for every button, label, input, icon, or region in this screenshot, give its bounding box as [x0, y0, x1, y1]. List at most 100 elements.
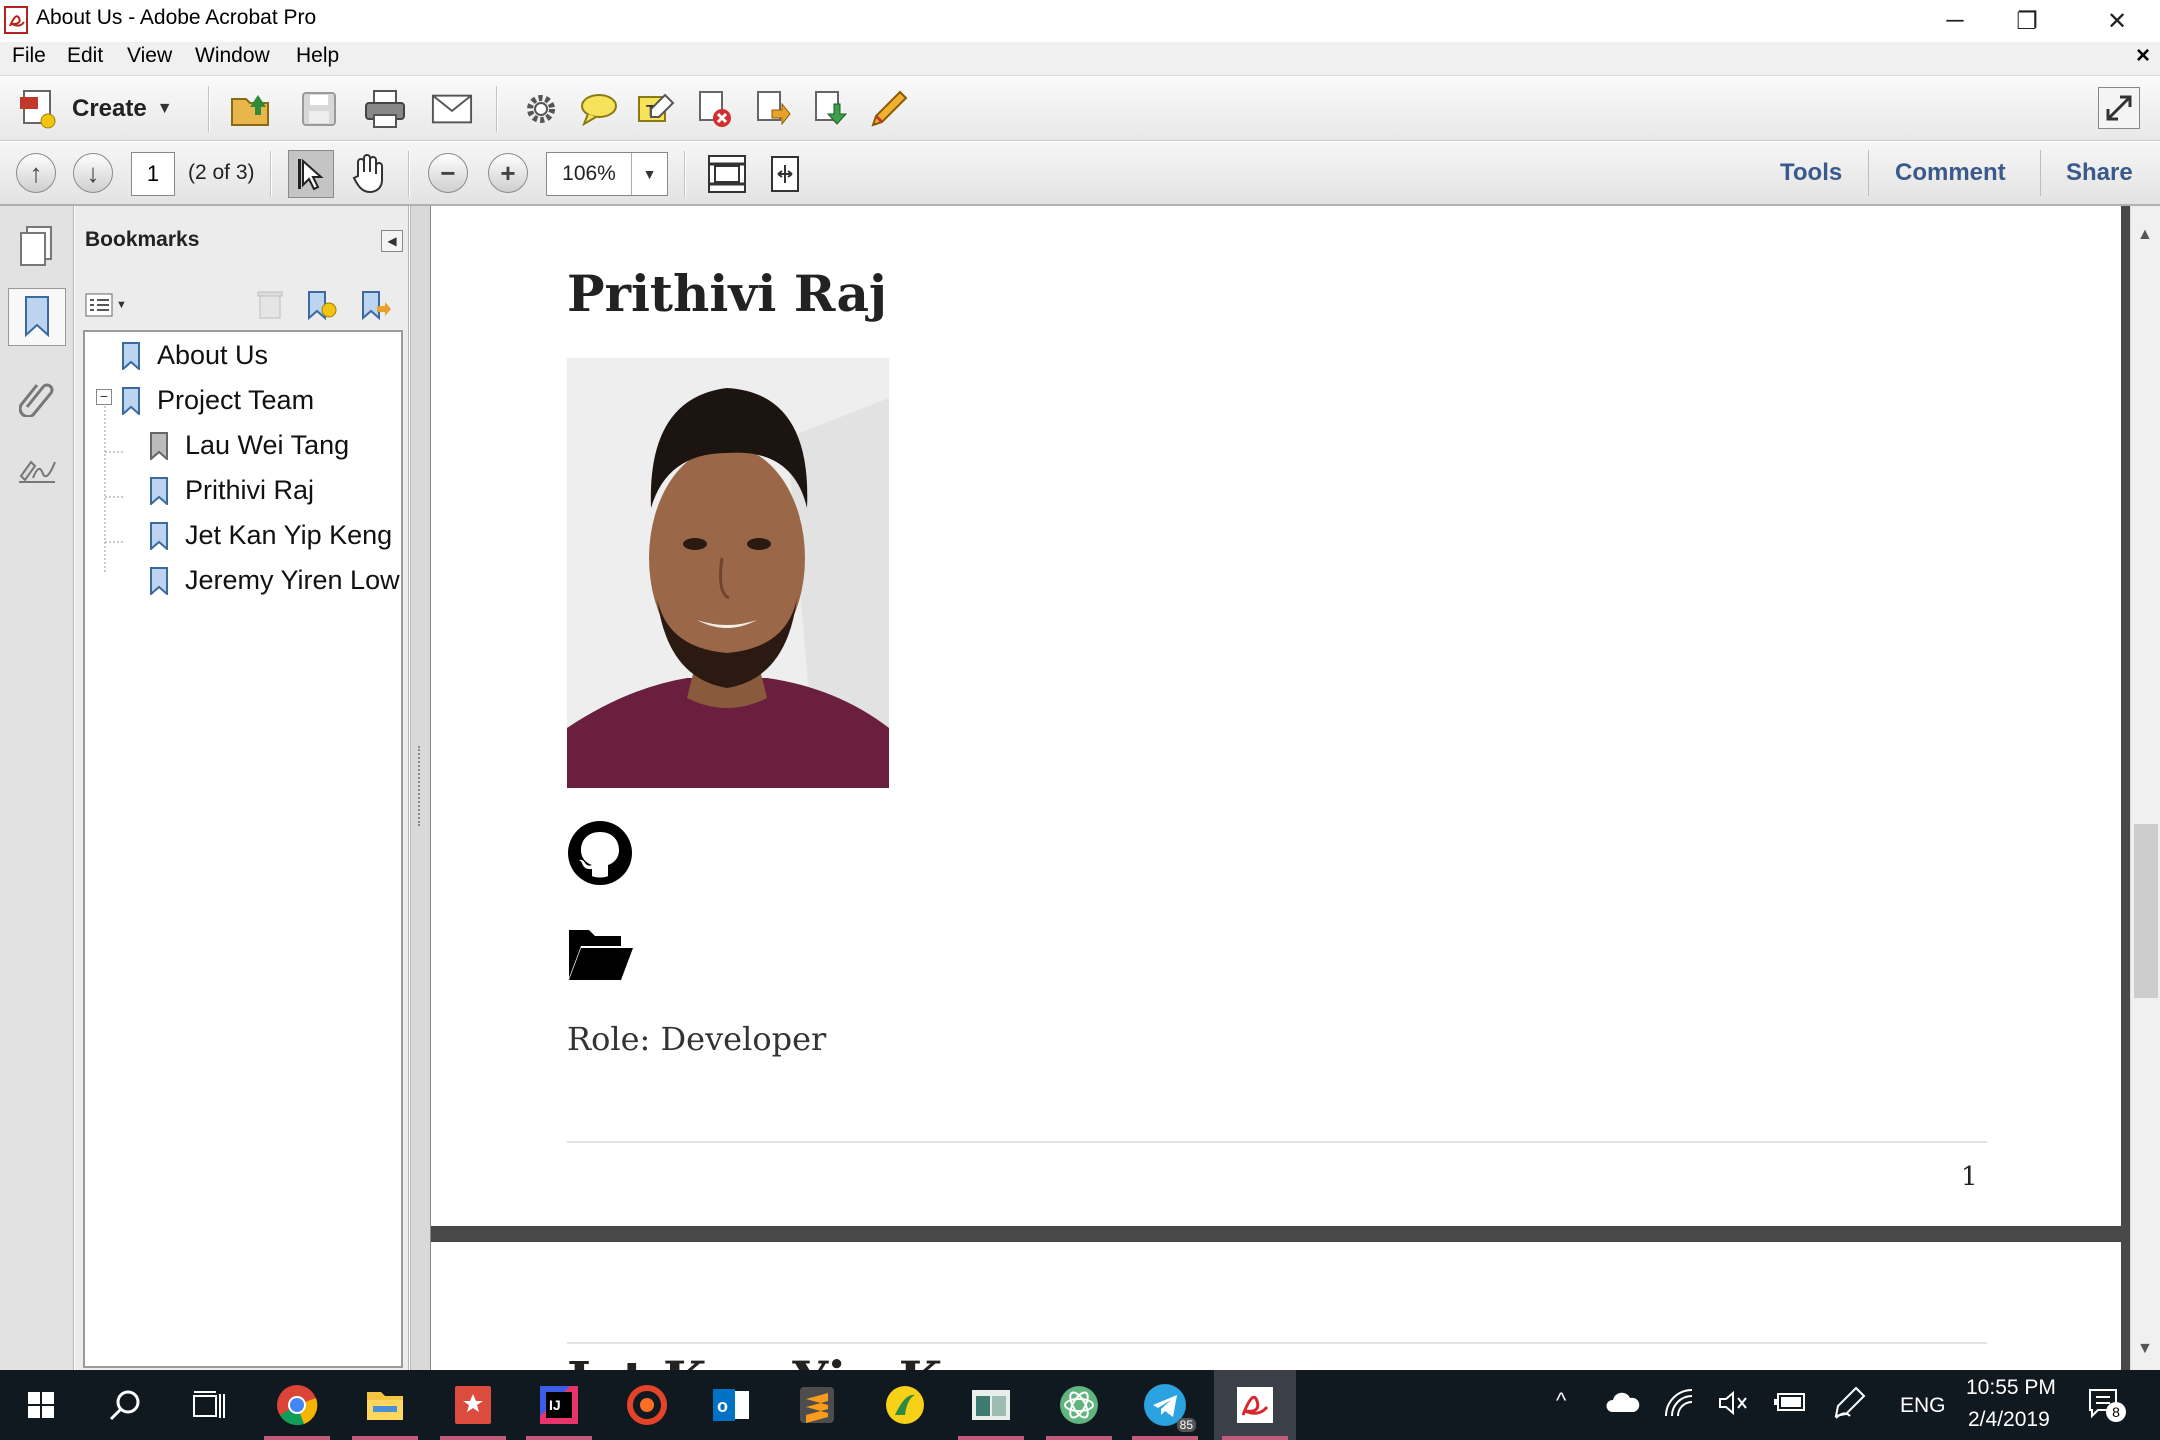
action-center-icon[interactable]: 8 — [2088, 1388, 2126, 1427]
wifi-icon[interactable] — [1664, 1388, 1694, 1423]
onedrive-icon[interactable] — [1606, 1390, 1640, 1419]
bookmark-icon — [122, 386, 140, 415]
github-icon[interactable] — [567, 820, 633, 886]
new-bookmark-icon[interactable] — [305, 290, 337, 321]
task-view-icon[interactable] — [168, 1370, 250, 1440]
sticky-app-icon[interactable] — [864, 1370, 946, 1440]
show-hidden-icons-icon[interactable]: ^ — [1556, 1388, 1566, 1414]
zoom-select[interactable]: 106% ▼ — [546, 152, 668, 196]
menu-view[interactable]: View — [127, 44, 172, 68]
bookmark-item-jet-kan-yip-keng[interactable]: Jet Kan Yip Keng — [149, 520, 392, 551]
outlook-icon[interactable]: o — [690, 1370, 772, 1440]
sign-pen-icon[interactable] — [868, 88, 910, 130]
page-number-input[interactable] — [131, 152, 175, 196]
clock-time[interactable]: 10:55 PM — [1966, 1376, 2056, 1400]
chrome-icon[interactable] — [256, 1370, 338, 1440]
fit-page-icon[interactable] — [706, 153, 748, 195]
page-number: 1 — [1961, 1162, 1978, 1192]
pen-workspace-icon[interactable] — [1834, 1386, 1866, 1425]
windows-start-icon[interactable] — [0, 1370, 82, 1440]
tree-lines — [104, 402, 125, 572]
signatures-icon[interactable] — [8, 442, 66, 500]
bookmark-tree: − About Us Project Team Lau Wei Tang Pri… — [83, 330, 403, 1368]
tools-tab[interactable]: Tools — [1780, 159, 1842, 187]
zoom-out-icon[interactable]: − — [428, 153, 468, 193]
menu-help[interactable]: Help — [296, 44, 339, 68]
delete-bookmark-icon[interactable] — [257, 290, 287, 320]
highlight-text-icon[interactable]: T — [636, 88, 678, 130]
page-thumbnails-icon[interactable] — [8, 218, 66, 276]
save-icon[interactable] — [298, 88, 340, 130]
zoom-in-icon[interactable]: + — [488, 153, 528, 193]
intellij-icon[interactable]: IJ — [518, 1370, 600, 1440]
email-icon[interactable] — [431, 88, 473, 130]
bookmark-icon — [150, 476, 168, 505]
create-button[interactable]: Create ▼ — [16, 85, 196, 133]
svg-text:IJ: IJ — [549, 1397, 561, 1413]
fullscreen-icon[interactable] — [2098, 87, 2140, 129]
comment-tab[interactable]: Comment — [1895, 159, 2006, 187]
hand-tool-icon[interactable] — [348, 153, 390, 195]
windows-taskbar: IJ o 85 ^ ENG 10:55 PM 2/4/2019 8 — [0, 1370, 2160, 1440]
battery-icon[interactable] — [1774, 1392, 1808, 1419]
bookmark-item-lau-wei-tang[interactable]: Lau Wei Tang — [149, 430, 349, 461]
git-kraken-icon[interactable] — [606, 1370, 688, 1440]
open-folder-icon[interactable] — [230, 88, 272, 130]
bookmark-item-prithivi-raj[interactable]: Prithivi Raj — [149, 475, 314, 506]
volume-muted-icon[interactable] — [1718, 1390, 1748, 1421]
vertical-scrollbar[interactable]: ▲ ▼ — [2130, 206, 2160, 1370]
atom-icon[interactable] — [1038, 1370, 1120, 1440]
bookmark-icon — [122, 341, 140, 370]
pdf-page-next: Jet Kan Yip Keng — [431, 1242, 2121, 1370]
menu-edit[interactable]: Edit — [67, 44, 103, 68]
minimize-icon[interactable]: ─ — [1920, 0, 1990, 42]
collapse-toggle-icon[interactable]: − — [96, 389, 112, 405]
acrobat-taskbar-icon[interactable] — [1214, 1370, 1296, 1440]
notification-count: 8 — [2106, 1402, 2126, 1422]
fit-width-icon[interactable] — [764, 153, 806, 195]
bookmark-item-jeremy-yiren-low[interactable]: Jeremy Yiren Low — [149, 565, 400, 596]
scrollbar-thumb[interactable] — [2134, 824, 2158, 998]
close-document-icon[interactable]: × — [2136, 42, 2150, 70]
zoom-dropdown-icon[interactable]: ▼ — [631, 153, 667, 195]
next-page-icon[interactable]: ↓ — [73, 153, 113, 193]
close-icon[interactable]: ✕ — [2082, 0, 2152, 42]
sublime-text-icon[interactable] — [776, 1370, 858, 1440]
document-view[interactable]: Prithivi Raj Role: Developer 1 — [431, 206, 2130, 1370]
photo-viewer-icon[interactable] — [950, 1370, 1032, 1440]
options-list-icon — [85, 293, 113, 317]
language-indicator[interactable]: ENG — [1900, 1394, 1946, 1418]
restore-icon[interactable]: ❐ — [1992, 0, 2062, 42]
clock-date[interactable]: 2/4/2019 — [1968, 1408, 2050, 1432]
menu-window[interactable]: Window — [195, 44, 270, 68]
scroll-up-icon[interactable]: ▲ — [2137, 226, 2153, 244]
comment-bubble-icon[interactable] — [578, 88, 620, 130]
attachments-paperclip-icon[interactable] — [8, 368, 66, 426]
scroll-down-icon[interactable]: ▼ — [2137, 1340, 2153, 1358]
svg-text:o: o — [717, 1396, 728, 1416]
bookmark-item-about-us[interactable]: About Us — [121, 340, 268, 371]
telegram-icon[interactable]: 85 — [1124, 1370, 1206, 1440]
bookmarks-panel-icon[interactable] — [8, 288, 66, 346]
bookmark-item-project-team[interactable]: Project Team — [121, 385, 314, 416]
insert-pages-icon[interactable] — [810, 88, 852, 130]
print-icon[interactable] — [364, 88, 406, 130]
select-tool-icon[interactable] — [288, 150, 334, 198]
file-explorer-icon[interactable] — [344, 1370, 426, 1440]
bookmark-icon — [150, 521, 168, 550]
expand-bookmark-icon[interactable] — [359, 290, 391, 321]
bookmarks-panel: Bookmarks ◀ ▼ − About Us Project Team La… — [75, 206, 409, 1370]
delete-pages-icon[interactable] — [694, 88, 736, 130]
panel-splitter[interactable] — [410, 206, 431, 1370]
settings-gear-icon[interactable] — [520, 88, 562, 130]
previous-page-icon[interactable]: ↑ — [16, 153, 56, 193]
collapse-panel-icon[interactable]: ◀ — [381, 230, 403, 252]
menu-file[interactable]: File — [12, 44, 46, 68]
extract-pages-icon[interactable] — [752, 88, 794, 130]
telegram-badge: 85 — [1176, 1418, 1196, 1432]
wunderlist-icon[interactable] — [432, 1370, 514, 1440]
bookmark-options-button[interactable]: ▼ — [85, 290, 131, 320]
share-tab[interactable]: Share — [2066, 159, 2133, 187]
folder-open-icon[interactable] — [567, 924, 635, 982]
search-icon[interactable] — [84, 1370, 166, 1440]
